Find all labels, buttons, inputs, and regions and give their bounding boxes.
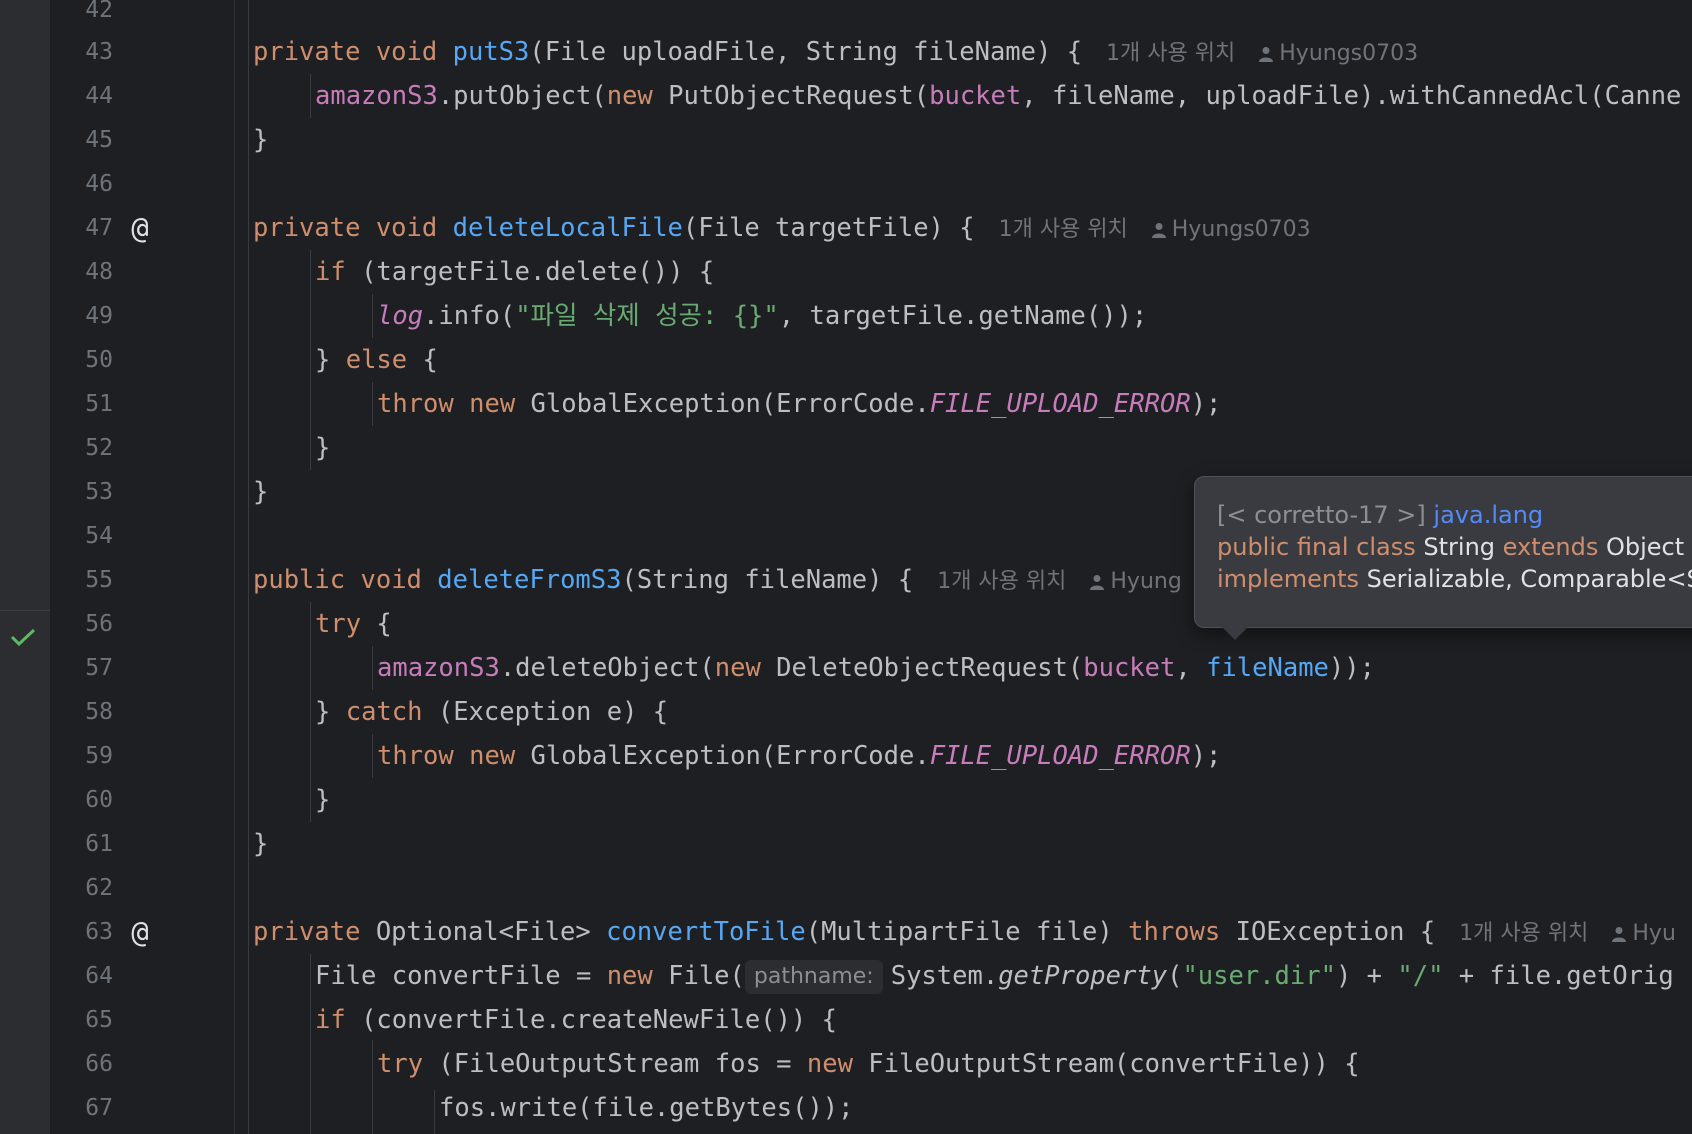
code-line: 60 } (50, 778, 1692, 822)
usages-hint[interactable]: 1개 사용 위치 (1106, 41, 1235, 66)
code-line: 49 log.info("파일 삭제 성공: {}", targetFile.g… (50, 294, 1692, 338)
line-number: 42 (85, 0, 113, 23)
line-number: 59 (85, 743, 113, 769)
code-text[interactable]: public void deleteFromS3(String fileName… (253, 558, 1182, 604)
code-text[interactable]: private void deleteLocalFile(File target… (253, 206, 1311, 252)
user-icon (1612, 927, 1627, 942)
check-icon (10, 628, 36, 647)
code-text[interactable]: amazonS3.deleteObject(new DeleteObjectRe… (377, 646, 1375, 690)
line-number: 46 (85, 171, 113, 197)
code-text[interactable]: File convertFile = new File(pathname: Sys… (315, 954, 1674, 998)
code-line: 67 fos.write(file.getBytes()); (50, 1086, 1692, 1130)
line-number: 51 (85, 391, 113, 417)
user-icon (1090, 575, 1105, 590)
code-line: 64 File convertFile = new File(pathname:… (50, 954, 1692, 998)
code-text[interactable]: private Optional<File> convertToFile(Mul… (253, 910, 1676, 956)
code-text[interactable]: throw new GlobalException(ErrorCode.FILE… (377, 734, 1221, 778)
code-text[interactable]: } else { (315, 338, 438, 382)
code-text[interactable]: if (targetFile.delete()) { (315, 250, 714, 294)
line-number: 60 (85, 787, 113, 813)
code-line: 63 @ private Optional<File> convertToFil… (50, 910, 1692, 954)
line-number: 48 (85, 259, 113, 285)
line-number: 49 (85, 303, 113, 329)
code-line: 43 private void putS3(File uploadFile, S… (50, 30, 1692, 74)
code-line: 59 throw new GlobalException(ErrorCode.F… (50, 734, 1692, 778)
code-line: 46 (50, 162, 1692, 206)
user-icon (1259, 47, 1274, 62)
code-text[interactable]: log.info("파일 삭제 성공: {}", targetFile.getN… (377, 294, 1147, 338)
code-text[interactable]: try (FileOutputStream fos = new FileOutp… (377, 1042, 1360, 1086)
line-number: 57 (85, 655, 113, 681)
at-sign-icon[interactable]: @ (122, 910, 158, 954)
user-icon (1151, 223, 1166, 238)
code-text[interactable]: } (253, 822, 268, 866)
line-number: 53 (85, 479, 113, 505)
line-number: 55 (85, 567, 113, 593)
code-text[interactable]: try { (315, 602, 392, 646)
code-text[interactable]: } catch (Exception e) { (315, 690, 668, 734)
code-text[interactable]: amazonS3.putObject(new PutObjectRequest(… (315, 74, 1681, 118)
line-number: 52 (85, 435, 113, 461)
code-text[interactable]: throw new GlobalException(ErrorCode.FILE… (377, 382, 1221, 426)
line-number: 45 (85, 127, 113, 153)
line-number: 44 (85, 83, 113, 109)
code-text[interactable]: if (convertFile.createNewFile()) { (315, 998, 837, 1042)
line-number: 50 (85, 347, 113, 373)
quick-documentation-popup[interactable]: [< corretto-17 >] java.lang public final… (1194, 476, 1692, 640)
line-number: 54 (85, 523, 113, 549)
code-line: 61 } (50, 822, 1692, 866)
strip-divider (0, 610, 50, 611)
line-number: 63 (85, 919, 113, 945)
line-number: 62 (85, 875, 113, 901)
line-number: 61 (85, 831, 113, 857)
code-line: 48 if (targetFile.delete()) { (50, 250, 1692, 294)
line-number: 64 (85, 963, 113, 989)
line-number: 67 (85, 1095, 113, 1121)
code-line: 57 amazonS3.deleteObject(new DeleteObjec… (50, 646, 1692, 690)
author-hint[interactable]: Hyung (1110, 569, 1181, 594)
tooltip-location-line: [< corretto-17 >] java.lang (1217, 499, 1543, 531)
tooltip-sdk: [< corretto-17 >] (1217, 501, 1426, 529)
tooltip-package-link[interactable]: java.lang (1433, 501, 1543, 529)
tooltip-signature-line: public final class String extends Object (1217, 533, 1685, 561)
code-line: 51 throw new GlobalException(ErrorCode.F… (50, 382, 1692, 426)
code-line: 50 } else { (50, 338, 1692, 382)
line-number: 58 (85, 699, 113, 725)
author-hint[interactable]: Hyu (1632, 921, 1676, 946)
code-line: 44 amazonS3.putObject(new PutObjectReque… (50, 74, 1692, 118)
line-number: 66 (85, 1051, 113, 1077)
line-number: 65 (85, 1007, 113, 1033)
author-hint[interactable]: Hyungs0703 (1279, 41, 1418, 66)
code-text[interactable]: } (253, 118, 268, 162)
line-number: 43 (85, 39, 113, 65)
usages-hint[interactable]: 1개 사용 위치 (1459, 921, 1588, 946)
code-line: 66 try (FileOutputStream fos = new FileO… (50, 1042, 1692, 1086)
usages-hint[interactable]: 1개 사용 위치 (999, 217, 1128, 242)
code-line: 47 @ private void deleteLocalFile(File t… (50, 206, 1692, 250)
code-line: 52 } (50, 426, 1692, 470)
tooltip-implements-line: implements Serializable, Comparable<S (1217, 565, 1692, 593)
vcs-side-strip (0, 0, 50, 1134)
parameter-hint: pathname: (744, 960, 883, 994)
code-line: 45 } (50, 118, 1692, 162)
code-line: 62 (50, 866, 1692, 910)
code-line: 58 } catch (Exception e) { (50, 690, 1692, 734)
at-sign-icon[interactable]: @ (122, 206, 158, 250)
author-hint[interactable]: Hyungs0703 (1172, 217, 1311, 242)
code-text[interactable]: private void putS3(File uploadFile, Stri… (253, 30, 1418, 76)
code-text[interactable]: } (253, 470, 268, 514)
code-line: 42 (50, 0, 1692, 32)
code-text[interactable]: } (315, 426, 330, 470)
code-line: 65 if (convertFile.createNewFile()) { (50, 998, 1692, 1042)
usages-hint[interactable]: 1개 사용 위치 (937, 569, 1066, 594)
code-text[interactable]: } (315, 778, 330, 822)
code-text[interactable]: fos.write(file.getBytes()); (439, 1086, 854, 1130)
line-number: 47 (85, 215, 113, 241)
line-number: 56 (85, 611, 113, 637)
tooltip-pointer (1222, 627, 1248, 640)
